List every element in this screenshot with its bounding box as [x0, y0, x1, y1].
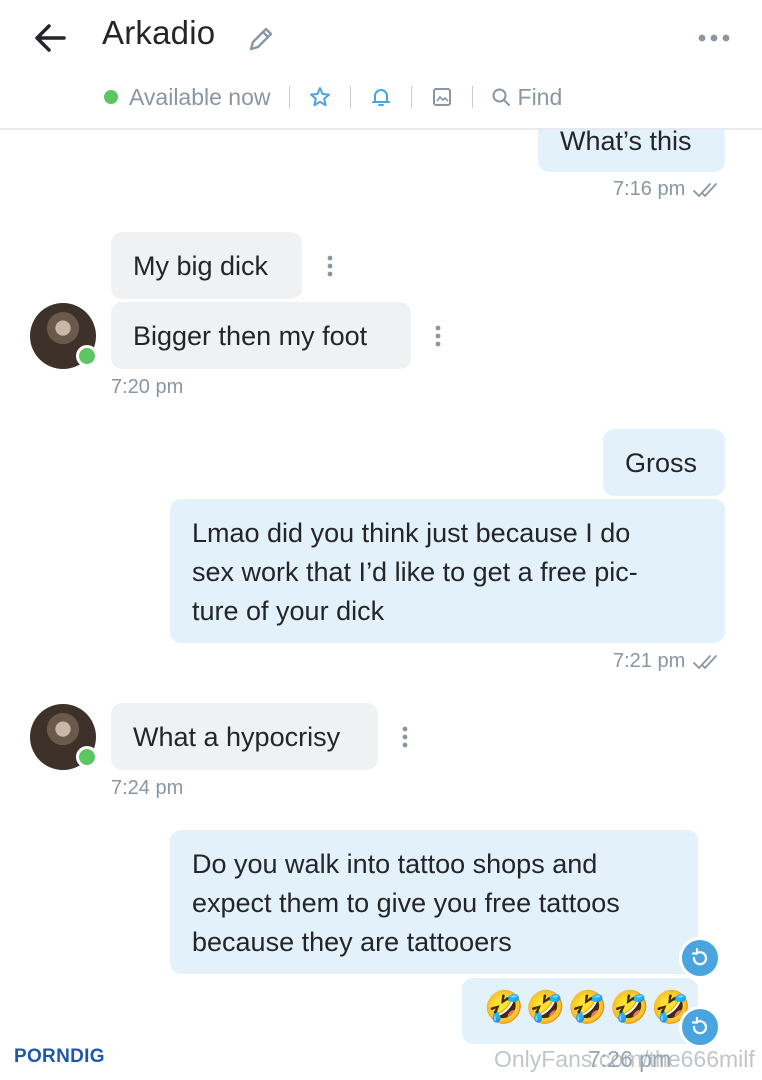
emoji-message: 🤣🤣🤣🤣🤣 — [484, 988, 694, 1026]
message-line: Lmao did you think just because I do — [192, 518, 631, 548]
double-check-icon — [693, 183, 717, 197]
undo-button[interactable] — [679, 937, 721, 979]
online-indicator — [76, 345, 98, 367]
message-time: 7:16 pm — [613, 178, 686, 200]
undo-icon — [691, 1016, 708, 1035]
message-line: ture of your dick — [192, 596, 385, 626]
message-line: expect them to give you free tattoos — [192, 888, 620, 918]
message-bubble-incoming[interactable]: My big dick — [111, 232, 302, 299]
chat-header: Arkadio Available now Find — [0, 0, 762, 130]
message-text: Gross — [625, 448, 698, 478]
message-bubble-outgoing[interactable]: Gross — [603, 429, 725, 496]
message-time: 7:21 pm — [613, 650, 686, 672]
divider — [288, 86, 290, 108]
online-dot — [104, 90, 118, 104]
find-label: Find — [517, 83, 563, 110]
search-icon — [492, 88, 510, 106]
chat-title[interactable]: Arkadio — [102, 14, 215, 52]
message-time: 7:24 pm — [111, 777, 184, 799]
message-bubble-outgoing[interactable]: Do you walk into tattoo shops and expect… — [170, 830, 698, 974]
star-icon[interactable] — [308, 85, 332, 109]
divider — [410, 86, 412, 108]
divider — [471, 86, 473, 108]
message-time: 7:20 pm — [111, 376, 184, 398]
back-arrow-icon[interactable] — [30, 18, 70, 58]
divider — [349, 86, 351, 108]
avatar[interactable] — [30, 303, 98, 369]
double-check-icon — [693, 655, 717, 669]
more-horizontal-icon[interactable] — [694, 26, 734, 50]
message-time: 7:26 pm — [588, 1046, 672, 1072]
message-bubble-incoming[interactable]: Bigger then my foot — [111, 302, 411, 369]
message-bubble-incoming[interactable]: What a hypocrisy — [111, 703, 378, 770]
message-line: because they are tattooers — [192, 927, 512, 957]
kebab-icon[interactable] — [433, 322, 443, 352]
kebab-icon[interactable] — [400, 723, 410, 753]
find-button[interactable]: Find — [491, 83, 563, 111]
status-row: Available now Find — [104, 82, 562, 112]
site-logo: PORNDIG — [14, 1046, 105, 1067]
avatar[interactable] — [30, 704, 98, 770]
message-text: What a hypocrisy — [133, 722, 341, 752]
image-icon[interactable] — [430, 85, 454, 109]
message-text: What’s this — [560, 126, 692, 156]
message-bubble-outgoing[interactable]: Lmao did you think just because I do sex… — [170, 499, 725, 643]
kebab-icon[interactable] — [325, 252, 335, 282]
undo-button[interactable] — [679, 1006, 721, 1048]
bell-icon[interactable] — [369, 85, 393, 109]
status-text: Available now — [129, 83, 271, 110]
message-line: Do you walk into tattoo shops and — [192, 849, 598, 879]
undo-icon — [691, 947, 708, 966]
online-indicator — [76, 746, 98, 768]
message-line: sex work that I’d like to get a free pic… — [192, 557, 638, 587]
pencil-icon[interactable] — [246, 24, 276, 54]
message-text: Bigger then my foot — [133, 321, 368, 351]
message-text: My big dick — [133, 251, 269, 281]
